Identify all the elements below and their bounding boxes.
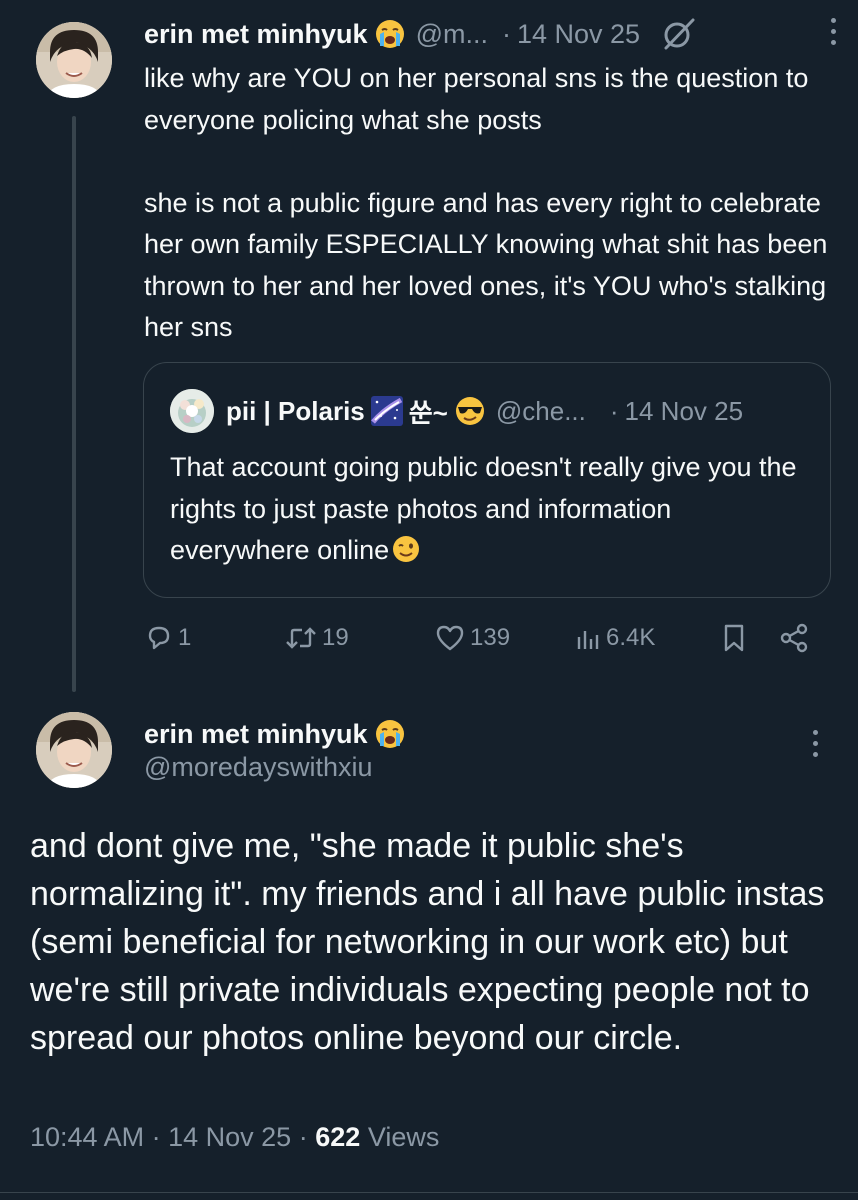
like-count: 139 xyxy=(470,624,511,651)
share-icon xyxy=(778,622,810,654)
divider xyxy=(0,1192,858,1193)
handle[interactable]: @moredayswithxiu xyxy=(144,752,373,783)
tweet-meta: 10:44 AM · 14 Nov 25 · 622 Views xyxy=(30,1122,439,1153)
winking-face-icon xyxy=(391,534,421,577)
tweet-text: and dont give me, "she made it public sh… xyxy=(30,827,825,1057)
separator-dot: · xyxy=(609,395,619,426)
reply-icon xyxy=(144,623,174,653)
grok-icon[interactable] xyxy=(662,17,696,51)
analytics-icon xyxy=(574,623,602,653)
bookmark-icon xyxy=(720,622,748,654)
milky-way-icon xyxy=(370,396,403,426)
tweet-text: like why are YOU on her personal sns is … xyxy=(144,58,834,349)
like-button[interactable]: 139 xyxy=(434,614,510,662)
quoted-tweet-text: That account going public doesn't really… xyxy=(170,447,810,577)
separator-dot: · xyxy=(298,1122,308,1152)
heart-icon xyxy=(434,623,466,653)
quoted-tweet-card[interactable]: pii | Polaris 쑨~ @che... · 14 Nov 25 Tha… xyxy=(143,362,831,598)
thread-connector-line xyxy=(72,116,76,692)
quoted-tweet-header: pii | Polaris 쑨~ @che... · 14 Nov 25 xyxy=(170,389,810,433)
views-count: 6.4K xyxy=(606,624,656,651)
repost-count: 19 xyxy=(322,624,349,651)
tweet-date[interactable]: 14 Nov 25 xyxy=(517,19,640,50)
quoted-date[interactable]: 14 Nov 25 xyxy=(625,396,744,427)
separator-dot: · xyxy=(501,18,511,49)
tweet-paragraph: like why are YOU on her personal sns is … xyxy=(144,63,809,135)
quoted-text-body: That account going public doesn't really… xyxy=(170,452,797,565)
separator-dot: · xyxy=(151,1122,161,1152)
tweet-paragraph: she is not a public figure and has every… xyxy=(144,187,828,343)
quoted-name-suffix: 쑨~ xyxy=(408,397,448,428)
quoted-display-name[interactable]: pii | Polaris xyxy=(226,396,365,427)
reply-count: 1 xyxy=(178,624,192,651)
repost-button[interactable]: 19 xyxy=(284,614,349,662)
tweet-actions: 1 19 139 6.4K xyxy=(144,614,834,662)
reply-button[interactable]: 1 xyxy=(144,614,191,662)
tweet-time[interactable]: 10:44 AM xyxy=(30,1122,144,1152)
display-name[interactable]: erin met minhyuk xyxy=(144,19,368,50)
share-button[interactable] xyxy=(778,614,810,662)
crying-face-icon xyxy=(374,718,406,750)
crying-face-icon xyxy=(374,18,406,50)
sunglasses-face-icon xyxy=(454,395,486,427)
views-button[interactable]: 6.4K xyxy=(574,614,655,662)
display-name[interactable]: erin met minhyuk xyxy=(144,719,368,750)
tweet-header: erin met minhyuk @m... · 14 Nov 25 xyxy=(144,14,844,54)
bookmark-button[interactable] xyxy=(720,614,748,662)
quoted-avatar xyxy=(170,389,214,433)
views-count: 622 xyxy=(315,1122,361,1152)
quoted-handle[interactable]: @che... xyxy=(496,396,586,427)
avatar[interactable] xyxy=(36,712,112,788)
tweet-thread: erin met minhyuk @m... · 14 Nov 25 like … xyxy=(0,0,858,1200)
repost-icon xyxy=(284,623,318,653)
more-options-icon[interactable] xyxy=(813,730,818,757)
handle[interactable]: @m... xyxy=(416,19,488,50)
views-label: Views xyxy=(367,1122,440,1152)
more-options-icon[interactable] xyxy=(831,18,836,45)
tweet-header: erin met minhyuk xyxy=(144,714,406,754)
tweet-date[interactable]: 14 Nov 25 xyxy=(168,1122,291,1152)
avatar[interactable] xyxy=(36,22,112,98)
